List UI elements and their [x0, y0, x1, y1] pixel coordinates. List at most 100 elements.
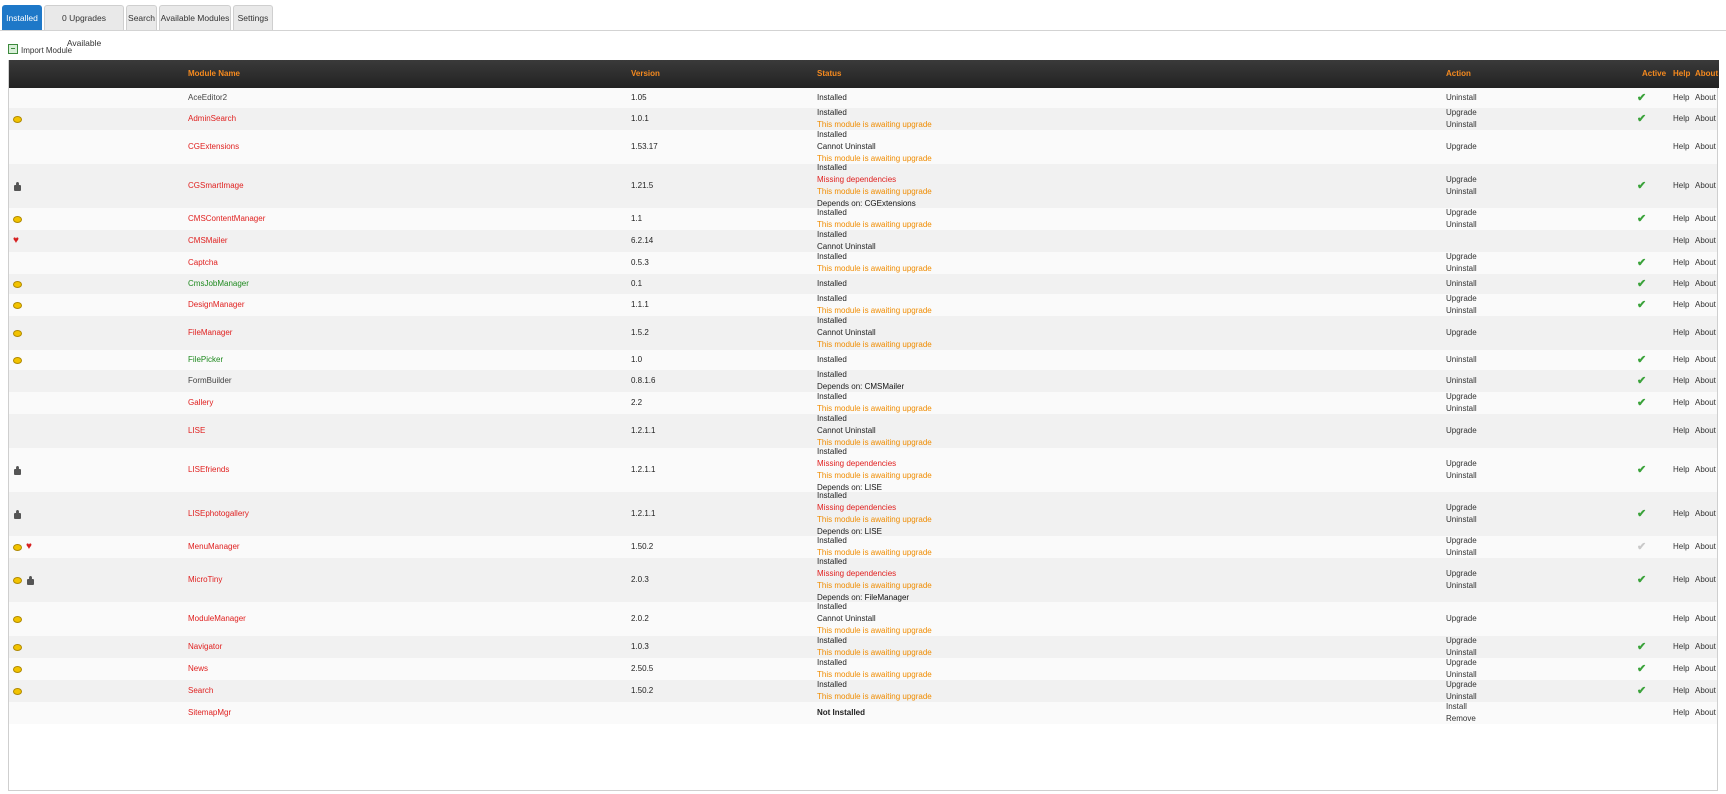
module-name-link[interactable]: Navigator: [188, 641, 222, 653]
column-header-version[interactable]: Version: [631, 69, 660, 78]
active-toggle-check-icon[interactable]: ✔: [1637, 541, 1646, 553]
active-toggle-check-icon[interactable]: ✔: [1637, 375, 1646, 387]
uninstall-link[interactable]: Uninstall: [1446, 470, 1477, 482]
about-link[interactable]: About: [1695, 257, 1716, 269]
upgrade-link[interactable]: Upgrade: [1446, 251, 1477, 263]
help-link[interactable]: Help: [1673, 235, 1689, 247]
help-link[interactable]: Help: [1673, 464, 1689, 476]
uninstall-link[interactable]: Uninstall: [1446, 580, 1477, 592]
upgrade-link[interactable]: Upgrade: [1446, 568, 1477, 580]
about-link[interactable]: About: [1695, 397, 1716, 409]
upgrade-link[interactable]: Upgrade: [1446, 207, 1477, 219]
column-header-module-name[interactable]: Module Name: [188, 69, 240, 78]
help-link[interactable]: Help: [1673, 257, 1689, 269]
module-name-link[interactable]: CMSContentManager: [188, 213, 265, 225]
active-toggle-check-icon[interactable]: ✔: [1637, 354, 1646, 366]
tab-settings[interactable]: Settings: [233, 5, 273, 30]
help-link[interactable]: Help: [1673, 397, 1689, 409]
help-link[interactable]: Help: [1673, 541, 1689, 553]
about-link[interactable]: About: [1695, 141, 1716, 153]
about-link[interactable]: About: [1695, 327, 1716, 339]
active-toggle-check-icon[interactable]: ✔: [1637, 663, 1646, 675]
upgrade-link[interactable]: Upgrade: [1446, 679, 1477, 691]
uninstall-link[interactable]: Uninstall: [1446, 375, 1477, 387]
about-link[interactable]: About: [1695, 354, 1716, 366]
uninstall-link[interactable]: Uninstall: [1446, 186, 1477, 198]
help-link[interactable]: Help: [1673, 354, 1689, 366]
active-toggle-check-icon[interactable]: ✔: [1637, 278, 1646, 290]
module-name-link[interactable]: LISEfriends: [188, 464, 229, 476]
upgrade-link[interactable]: Upgrade: [1446, 107, 1477, 119]
upgrade-link[interactable]: Upgrade: [1446, 458, 1477, 470]
help-link[interactable]: Help: [1673, 327, 1689, 339]
about-link[interactable]: About: [1695, 663, 1716, 675]
active-toggle-check-icon[interactable]: ✔: [1637, 464, 1646, 476]
help-link[interactable]: Help: [1673, 613, 1689, 625]
module-name-link[interactable]: Captcha: [188, 257, 218, 269]
install-link[interactable]: Install: [1446, 701, 1476, 713]
active-toggle-check-icon[interactable]: ✔: [1637, 397, 1646, 409]
about-link[interactable]: About: [1695, 180, 1716, 192]
module-name-link[interactable]: FilePicker: [188, 354, 223, 366]
about-link[interactable]: About: [1695, 464, 1716, 476]
import-module-link[interactable]: Import Module: [8, 44, 72, 56]
help-link[interactable]: Help: [1673, 213, 1689, 225]
active-toggle-check-icon[interactable]: ✔: [1637, 685, 1646, 697]
upgrade-link[interactable]: Upgrade: [1446, 141, 1477, 153]
column-header-status[interactable]: Status: [817, 69, 841, 78]
about-link[interactable]: About: [1695, 541, 1716, 553]
about-link[interactable]: About: [1695, 613, 1716, 625]
module-name-link[interactable]: LISEphotogallery: [188, 508, 249, 520]
upgrade-link[interactable]: Upgrade: [1446, 293, 1477, 305]
about-link[interactable]: About: [1695, 113, 1716, 125]
help-link[interactable]: Help: [1673, 278, 1689, 290]
help-link[interactable]: Help: [1673, 508, 1689, 520]
tab-upgrades-available[interactable]: 0 Upgrades Available: [44, 5, 124, 48]
about-link[interactable]: About: [1695, 685, 1716, 697]
tab-search[interactable]: Search: [126, 5, 157, 30]
active-toggle-check-icon[interactable]: ✔: [1637, 299, 1646, 311]
upgrade-link[interactable]: Upgrade: [1446, 613, 1477, 625]
active-toggle-check-icon[interactable]: ✔: [1637, 574, 1646, 586]
upgrade-link[interactable]: Upgrade: [1446, 391, 1477, 403]
active-toggle-check-icon[interactable]: ✔: [1637, 508, 1646, 520]
help-link[interactable]: Help: [1673, 641, 1689, 653]
about-link[interactable]: About: [1695, 278, 1716, 290]
module-name-link[interactable]: FormBuilder: [188, 375, 232, 387]
help-link[interactable]: Help: [1673, 574, 1689, 586]
module-name-link[interactable]: News: [188, 663, 208, 675]
help-link[interactable]: Help: [1673, 707, 1689, 719]
active-toggle-check-icon[interactable]: ✔: [1637, 92, 1646, 104]
module-name-link[interactable]: FileManager: [188, 327, 232, 339]
help-link[interactable]: Help: [1673, 663, 1689, 675]
module-name-link[interactable]: DesignManager: [188, 299, 244, 311]
tab-installed[interactable]: Installed: [2, 5, 42, 30]
active-toggle-check-icon[interactable]: ✔: [1637, 641, 1646, 653]
module-name-link[interactable]: Search: [188, 685, 213, 697]
help-link[interactable]: Help: [1673, 113, 1689, 125]
help-link[interactable]: Help: [1673, 299, 1689, 311]
active-toggle-check-icon[interactable]: ✔: [1637, 257, 1646, 269]
about-link[interactable]: About: [1695, 235, 1716, 247]
module-name-link[interactable]: MicroTiny: [188, 574, 222, 586]
help-link[interactable]: Help: [1673, 141, 1689, 153]
help-link[interactable]: Help: [1673, 375, 1689, 387]
tab-available-modules[interactable]: Available Modules: [159, 5, 231, 30]
remove-link[interactable]: Remove: [1446, 713, 1476, 725]
help-link[interactable]: Help: [1673, 180, 1689, 192]
column-header-active[interactable]: Active: [1642, 69, 1666, 78]
module-name-link[interactable]: CMSMailer: [188, 235, 228, 247]
active-toggle-check-icon[interactable]: ✔: [1637, 113, 1646, 125]
upgrade-link[interactable]: Upgrade: [1446, 657, 1477, 669]
module-name-link[interactable]: AdminSearch: [188, 113, 236, 125]
help-link[interactable]: Help: [1673, 685, 1689, 697]
module-name-link[interactable]: Gallery: [188, 397, 213, 409]
active-toggle-check-icon[interactable]: ✔: [1637, 213, 1646, 225]
about-link[interactable]: About: [1695, 508, 1716, 520]
help-link[interactable]: Help: [1673, 92, 1689, 104]
upgrade-link[interactable]: Upgrade: [1446, 635, 1477, 647]
about-link[interactable]: About: [1695, 707, 1716, 719]
help-link[interactable]: Help: [1673, 425, 1689, 437]
module-name-link[interactable]: AceEditor2: [188, 92, 227, 104]
about-link[interactable]: About: [1695, 425, 1716, 437]
